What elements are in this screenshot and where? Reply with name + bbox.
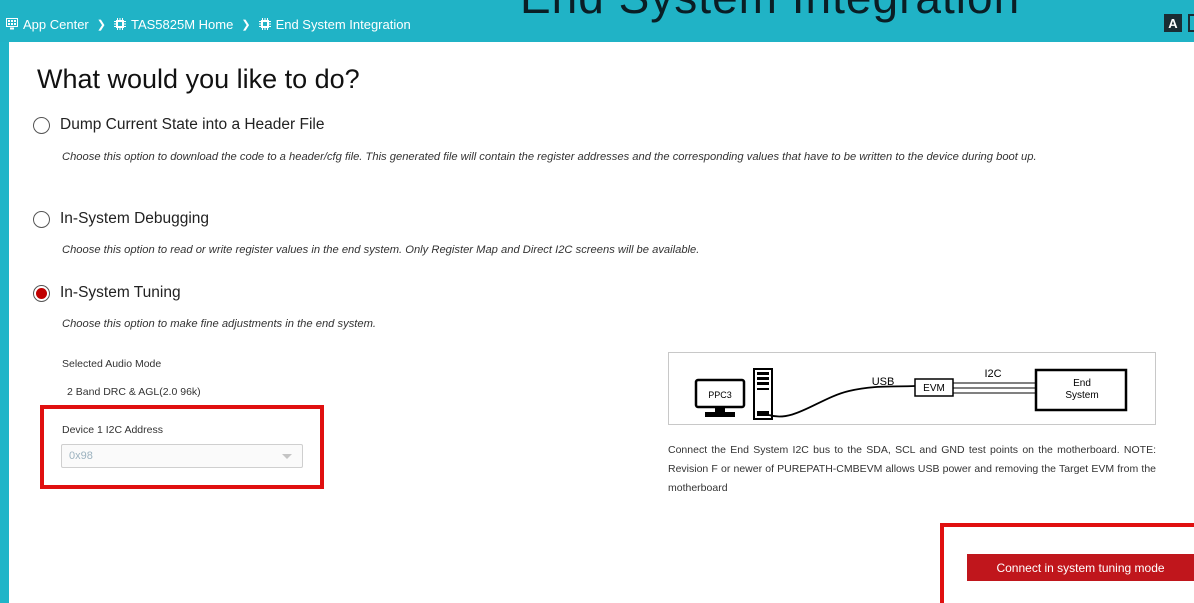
diagram-caption: Connect the End System I2C bus to the SD… — [668, 444, 1156, 494]
option-label: Dump Current State into a Header File — [60, 116, 325, 133]
menu-icon[interactable] — [1188, 14, 1194, 32]
device-address-label: Device 1 I2C Address — [62, 424, 163, 436]
breadcrumb-end-system-integration[interactable]: End System Integration — [258, 16, 411, 32]
usb-cable — [768, 385, 916, 418]
option-in-system-debugging[interactable]: In-System Debugging — [33, 210, 209, 228]
breadcrumb-label: End System Integration — [275, 16, 411, 32]
app-grid-icon — [6, 18, 18, 30]
page-title: What would you like to do? — [37, 64, 360, 94]
radio-dump-header[interactable] — [33, 116, 50, 134]
audio-mode-value: 2 Band DRC & AGL(2.0 96k) — [67, 386, 201, 398]
chevron-down-icon — [282, 454, 292, 459]
chevron-right-icon: ❯ — [96, 18, 106, 31]
chip-icon — [113, 18, 126, 30]
computer-tower-icon — [753, 368, 773, 420]
option-label: In-System Tuning — [60, 284, 181, 301]
option-description: Choose this option to download the code … — [62, 151, 1037, 163]
end-system-label-1: End — [1073, 378, 1091, 389]
pc-label: PPC3 — [708, 390, 732, 400]
connection-diagram-graphic: PPC3 USB EVM I2C End System — [694, 368, 1128, 420]
option-label: In-System Debugging — [60, 210, 210, 227]
radio-in-system-debugging[interactable] — [33, 210, 50, 228]
option-dump-header[interactable]: Dump Current State into a Header File — [33, 116, 324, 134]
chip-icon — [258, 18, 271, 30]
left-accent-bar — [0, 0, 9, 603]
i2c-label: I2C — [984, 368, 1001, 380]
top-right-controls: A — [1164, 14, 1194, 32]
breadcrumb-device-home[interactable]: TAS5825M Home — [113, 16, 234, 32]
device-address-select[interactable]: 0x98 — [61, 444, 303, 468]
option-description: Choose this option to make fine adjustme… — [62, 318, 377, 330]
radio-in-system-tuning[interactable] — [33, 284, 50, 302]
audio-mode-label: Selected Audio Mode — [62, 358, 162, 370]
usb-label: USB — [872, 376, 895, 388]
end-system-label-2: System — [1065, 390, 1098, 401]
option-in-system-tuning[interactable]: In-System Tuning — [33, 284, 181, 302]
breadcrumb-app-center[interactable]: App Center — [6, 17, 89, 32]
device-address-value: 0x98 — [69, 450, 93, 462]
connection-diagram: PPC3 USB EVM I2C End System — [668, 352, 1156, 425]
chevron-right-icon: ❯ — [241, 18, 251, 31]
breadcrumb-label: TAS5825M Home — [130, 16, 234, 32]
top-breadcrumb-bar: End System Integration App Center ❯ TAS5… — [0, 0, 1194, 42]
breadcrumb-label: App Center — [23, 16, 89, 32]
connect-tuning-button[interactable]: Connect in system tuning mode — [967, 554, 1194, 581]
breadcrumb: App Center ❯ TAS5825M Home ❯ End System … — [6, 16, 411, 32]
avatar[interactable]: A — [1164, 14, 1182, 32]
evm-label: EVM — [923, 383, 945, 394]
decorative-header-title: End System Integration — [520, 0, 1020, 24]
option-description: Choose this option to read or write regi… — [62, 244, 700, 256]
